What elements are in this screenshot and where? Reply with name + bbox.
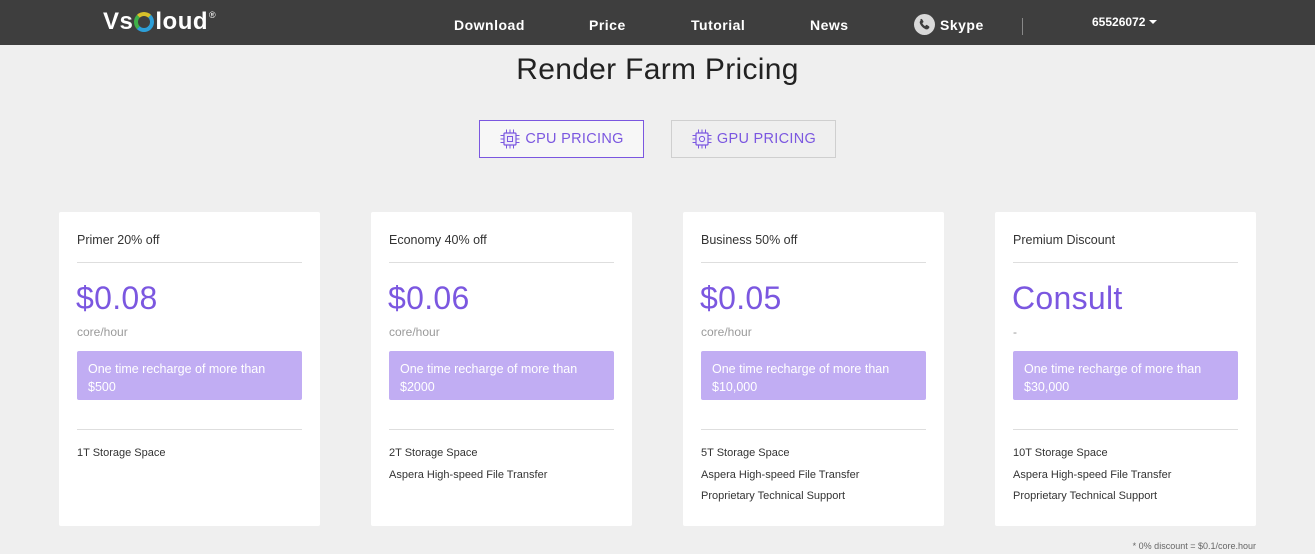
- plan-title: Economy 40% off: [389, 233, 487, 247]
- logo-text-right: loud: [155, 8, 209, 35]
- logo-text-left: Vs: [103, 8, 134, 35]
- plan-unit: -: [1013, 325, 1017, 339]
- plan-price: $0.05: [700, 280, 782, 316]
- tab-cpu-pricing-label: CPU PRICING: [525, 131, 624, 147]
- feature-item: Proprietary Technical Support: [1013, 490, 1158, 502]
- plan-recharge-button[interactable]: One time recharge of more than $30,000: [1013, 351, 1238, 400]
- divider: [77, 429, 302, 430]
- feature-item: Aspera High-speed File Transfer: [701, 468, 860, 481]
- logo-registered-mark: ®: [209, 10, 217, 20]
- divider: [701, 262, 926, 263]
- divider: [1013, 429, 1238, 430]
- nav-price[interactable]: Price: [589, 0, 626, 45]
- tab-gpu-pricing-label: GPU PRICING: [716, 131, 817, 147]
- feature-item: Proprietary Technical Support: [701, 490, 846, 502]
- feature-item: 1T Storage Space: [77, 447, 166, 459]
- logo-cloud-ring-icon: [134, 12, 155, 32]
- plan-title: Business 50% off: [701, 233, 798, 247]
- plan-features: 5T Storage Space Aspera High-speed File …: [701, 447, 859, 512]
- user-account-menu[interactable]: 65526072: [1092, 0, 1158, 45]
- gpu-chip-icon: [692, 129, 712, 149]
- cpu-chip-icon: [500, 129, 520, 149]
- plan-card-economy: Economy 40% off $0.06 core/hour One time…: [371, 212, 632, 526]
- user-id: 65526072: [1092, 15, 1146, 29]
- nav-skype[interactable]: Skype: [940, 0, 984, 45]
- plan-card-primer: Primer 20% off $0.08 core/hour One time …: [59, 212, 320, 526]
- plan-features: 2T Storage Space Aspera High-speed File …: [389, 447, 547, 490]
- feature-item: 10T Storage Space: [1013, 447, 1108, 459]
- nav-news[interactable]: News: [810, 0, 849, 45]
- plan-recharge-button[interactable]: One time recharge of more than $10,000: [701, 351, 926, 400]
- top-navigation-bar: Vs loud ® Download Price Tutorial News S…: [0, 0, 1315, 45]
- divider: [701, 429, 926, 430]
- plan-recharge-button[interactable]: One time recharge of more than $2000: [389, 351, 614, 400]
- divider: [77, 262, 302, 263]
- plan-title: Premium Discount: [1013, 233, 1116, 247]
- plan-unit: core/hour: [701, 325, 752, 339]
- nav-download[interactable]: Download: [454, 0, 525, 45]
- nav-tutorial[interactable]: Tutorial: [691, 0, 745, 45]
- feature-item: 5T Storage Space: [701, 447, 790, 459]
- tab-gpu-pricing[interactable]: GPU PRICING: [671, 120, 836, 158]
- plan-card-premium: Premium Discount Consult - One time rech…: [995, 212, 1256, 526]
- plan-price: $0.06: [388, 280, 470, 316]
- feature-item: Aspera High-speed File Transfer: [1013, 468, 1172, 481]
- discount-footnote: * 0% discount = $0.1/core.hour: [1132, 541, 1256, 551]
- divider: [389, 429, 614, 430]
- plan-card-business: Business 50% off $0.05 core/hour One tim…: [683, 212, 944, 526]
- divider: [1013, 262, 1238, 263]
- plan-features: 10T Storage Space Aspera High-speed File…: [1013, 447, 1171, 512]
- page-title: Render Farm Pricing: [516, 53, 799, 86]
- tab-cpu-pricing[interactable]: CPU PRICING: [479, 120, 644, 158]
- plan-features: 1T Storage Space: [77, 447, 165, 469]
- plan-price: Consult: [1012, 280, 1123, 316]
- plan-unit: core/hour: [77, 325, 128, 339]
- plan-price: $0.08: [76, 280, 158, 316]
- phone-icon[interactable]: [914, 14, 935, 35]
- plan-recharge-button[interactable]: One time recharge of more than $500: [77, 351, 302, 400]
- divider: [389, 262, 614, 263]
- plan-title: Primer 20% off: [77, 233, 160, 247]
- feature-item: Aspera High-speed File Transfer: [389, 468, 548, 481]
- vscloud-logo[interactable]: Vs loud ®: [103, 8, 216, 36]
- caret-down-icon: [1149, 20, 1158, 24]
- nav-divider: [1022, 18, 1023, 35]
- feature-item: 2T Storage Space: [389, 447, 478, 459]
- plan-unit: core/hour: [389, 325, 440, 339]
